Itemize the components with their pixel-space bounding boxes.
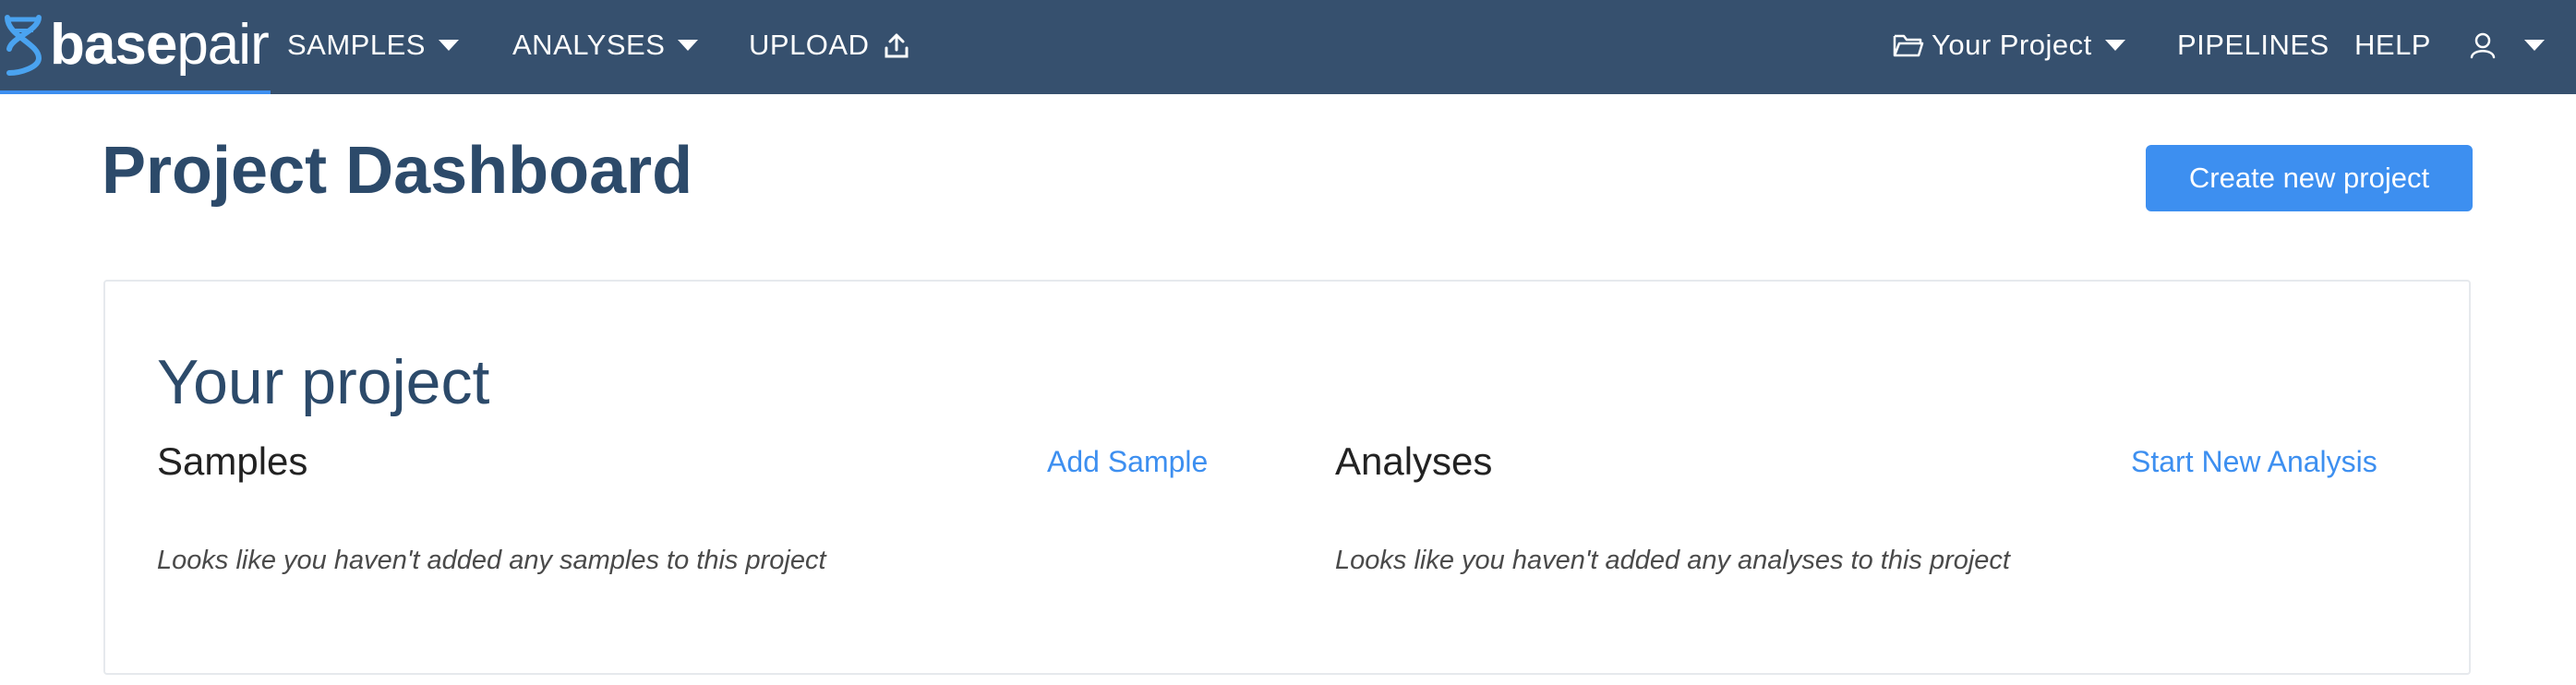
nav-pipelines-label: PIPELINES — [2177, 29, 2329, 61]
nav-project-dropdown[interactable]: Your Project — [1893, 0, 2125, 90]
caret-down-icon — [2524, 40, 2545, 51]
nav-samples-label: SAMPLES — [287, 29, 426, 61]
nav-help-label: HELP — [2354, 29, 2431, 61]
add-sample-link[interactable]: Add Sample — [1047, 445, 1208, 479]
nav-samples-dropdown[interactable]: SAMPLES — [287, 0, 459, 90]
nav-user-dropdown[interactable] — [2469, 0, 2545, 90]
folder-icon — [1893, 32, 1924, 58]
brand-name-light: pair — [176, 13, 269, 77]
project-card: Your project Samples Add Sample Looks li… — [103, 280, 2471, 675]
brand-name-bold: base — [50, 13, 177, 77]
caret-down-icon — [438, 40, 459, 51]
caret-down-icon — [2104, 40, 2125, 51]
analyses-heading: Analyses — [1335, 439, 1493, 483]
brand-logo[interactable]: basepair — [2, 0, 270, 90]
samples-heading: Samples — [157, 439, 308, 483]
samples-empty-message: Looks like you haven't added any samples… — [157, 546, 826, 575]
user-icon — [2469, 31, 2497, 59]
page-title: Project Dashboard — [102, 134, 693, 208]
nav-upload[interactable]: UPLOAD — [749, 0, 909, 90]
analyses-empty-message: Looks like you haven't added any analyse… — [1335, 546, 2010, 575]
active-nav-indicator — [0, 90, 271, 94]
brand-name: basepair — [50, 17, 270, 74]
start-new-analysis-link[interactable]: Start New Analysis — [2131, 445, 2377, 479]
nav-analyses-dropdown[interactable]: ANALYSES — [512, 0, 699, 90]
create-project-button[interactable]: Create new project — [2146, 145, 2473, 211]
nav-upload-label: UPLOAD — [749, 29, 870, 61]
caret-down-icon — [678, 40, 699, 51]
dna-logo-icon — [2, 12, 46, 78]
top-navbar: basepair SAMPLES ANALYSES UPLOAD Your Pr… — [0, 0, 2576, 94]
nav-pipelines[interactable]: PIPELINES — [2177, 0, 2329, 90]
nav-analyses-label: ANALYSES — [512, 29, 666, 61]
nav-help[interactable]: HELP — [2354, 0, 2431, 90]
upload-icon — [869, 31, 909, 59]
nav-project-label: Your Project — [1932, 29, 2092, 61]
project-title: Your project — [157, 347, 490, 417]
